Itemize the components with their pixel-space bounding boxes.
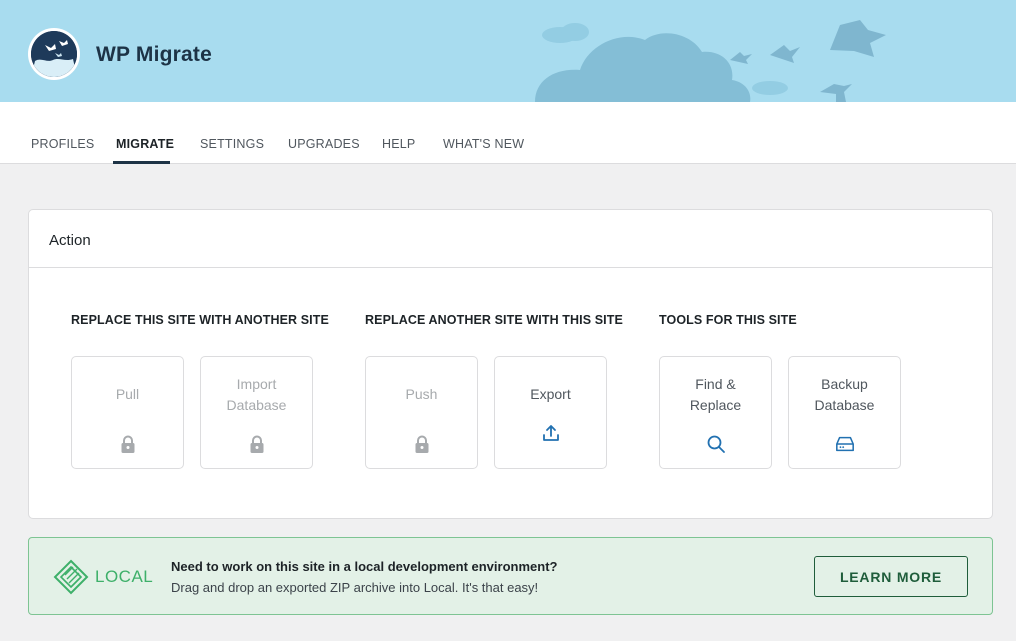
learn-more-button[interactable]: LEARN MORE	[814, 556, 968, 597]
tab-whats-new[interactable]: WHAT'S NEW	[443, 137, 524, 151]
card-label-line-2: Database	[814, 397, 875, 413]
card-label-line-2: Database	[226, 397, 287, 413]
app-header: WP Migrate	[0, 0, 1016, 102]
local-logo-icon	[53, 559, 89, 595]
card-label: Export	[530, 386, 571, 402]
export-button[interactable]: Export	[494, 356, 607, 469]
header-illustration	[535, 20, 886, 102]
lock-icon	[121, 435, 135, 453]
import-database-button[interactable]: Import Database	[200, 356, 313, 469]
tab-help[interactable]: HELP	[382, 137, 415, 151]
banner-title: Need to work on this site in a local dev…	[171, 559, 558, 574]
drive-icon	[836, 436, 854, 452]
group-title-replace-another-site: REPLACE ANOTHER SITE WITH THIS SITE	[365, 313, 623, 327]
local-promo-banner: LOCAL Need to work on this site in a loc…	[28, 537, 993, 615]
tab-migrate[interactable]: MIGRATE	[116, 137, 174, 151]
group-title-tools: TOOLS FOR THIS SITE	[659, 313, 797, 327]
tab-profiles[interactable]: PROFILES	[31, 137, 94, 151]
globe-birds-icon	[31, 31, 77, 77]
pull-button[interactable]: Pull	[71, 356, 184, 469]
upload-icon	[543, 425, 559, 441]
lock-icon	[250, 435, 264, 453]
panel-title: Action	[49, 232, 91, 249]
push-button[interactable]: Push	[365, 356, 478, 469]
backup-database-button[interactable]: Backup Database	[788, 356, 901, 469]
find-replace-button[interactable]: Find & Replace	[659, 356, 772, 469]
local-logo-text: LOCAL	[95, 567, 154, 586]
lock-icon	[415, 435, 429, 453]
card-label-line-1: Backup	[821, 376, 868, 392]
card-label: Pull	[115, 386, 140, 402]
app-logo	[28, 28, 80, 80]
card-label: Push	[405, 386, 438, 402]
active-tab-indicator	[113, 161, 170, 164]
card-label-line-2: Replace	[689, 397, 742, 413]
banner-description: Drag and drop an exported ZIP archive in…	[171, 580, 539, 595]
search-icon	[707, 435, 725, 453]
tab-settings[interactable]: SETTINGS	[200, 137, 264, 151]
app-title: WP Migrate	[96, 43, 212, 66]
group-title-replace-this-site: REPLACE THIS SITE WITH ANOTHER SITE	[71, 313, 329, 327]
card-label-line-1: Find &	[695, 376, 736, 392]
divider	[29, 267, 992, 268]
card-label-line-1: Import	[236, 376, 277, 392]
action-panel: Action REPLACE THIS SITE WITH ANOTHER SI…	[28, 209, 993, 519]
main-tabs: PROFILES MIGRATE SETTINGS UPGRADES HELP …	[0, 102, 1016, 164]
tab-upgrades[interactable]: UPGRADES	[288, 137, 360, 151]
